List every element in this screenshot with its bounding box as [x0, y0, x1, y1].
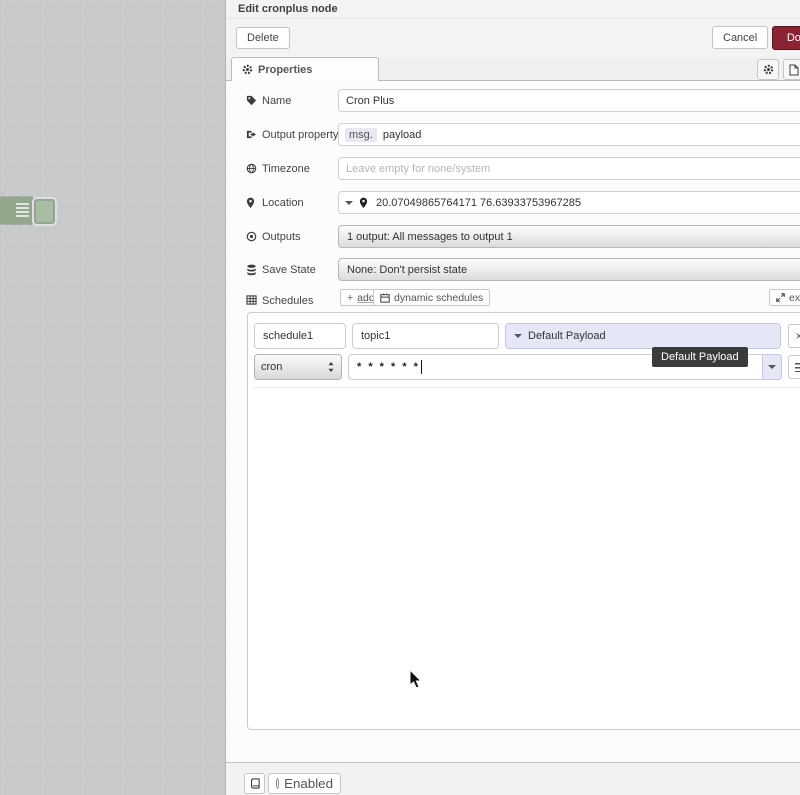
node-description-button[interactable] [783, 59, 800, 80]
map-pin-icon [359, 197, 370, 209]
output-property-input[interactable]: msg. payload [338, 123, 800, 146]
tab-properties-label: Properties [258, 64, 312, 76]
location-label: Location [246, 191, 338, 214]
remove-schedule-button[interactable]: × [788, 324, 800, 348]
docs-button[interactable] [244, 773, 265, 794]
enabled-label: Enabled [284, 776, 333, 791]
timezone-label: Timezone [246, 157, 338, 180]
mouse-cursor [409, 669, 423, 690]
schedule-type-select[interactable]: cron [254, 354, 342, 380]
schedules-label: Schedules [246, 289, 338, 312]
expand-schedules-button[interactable]: expand [769, 289, 800, 306]
dynamic-schedules-button[interactable]: dynamic schedules [373, 289, 490, 306]
output-property-label: Output property [246, 123, 342, 146]
dot-circle-icon [246, 231, 257, 243]
name-label: Name [246, 89, 338, 112]
msg-type-chip[interactable]: msg. [345, 128, 377, 142]
schedule-divider [254, 387, 800, 388]
map-marker-icon [246, 197, 257, 209]
globe-icon [246, 163, 257, 175]
tab-properties[interactable]: Properties [231, 57, 379, 81]
dialog-title: Edit cronplus node [238, 3, 338, 15]
document-icon [789, 64, 800, 76]
flow-node-port [34, 199, 55, 224]
flow-workspace [0, 0, 225, 795]
dialog-header: Edit cronplus node Delete Cancel Done [226, 0, 800, 58]
name-input[interactable] [338, 89, 800, 112]
cron-expression-value: * * * * * * [357, 361, 420, 373]
gear-icon [242, 64, 253, 76]
schedule-list: Default Payload × cron * * * * * * [247, 312, 800, 730]
expand-icon [776, 293, 785, 302]
dialog-footer: Enabled [226, 762, 800, 795]
close-icon: × [795, 329, 800, 343]
sign-out-icon [246, 129, 257, 141]
chevron-down-icon [768, 365, 776, 373]
done-button[interactable]: Done [772, 26, 800, 50]
payload-type-value: Default Payload [528, 330, 606, 342]
outputs-value: 1 output: All messages to output 1 [347, 231, 513, 243]
calendar-icon [380, 293, 390, 303]
properties-form: Name Output property msg. payload Timezo… [226, 81, 800, 762]
enabled-toggle[interactable]: Enabled [268, 773, 341, 794]
edit-node-dialog: Edit cronplus node Delete Cancel Done Pr… [225, 0, 800, 795]
location-input[interactable]: 20.07049865764171 76.63933753967285 [338, 191, 800, 214]
header-divider [226, 18, 800, 19]
payload-type-select[interactable]: Default Payload [505, 323, 781, 349]
payload-tooltip: Default Payload [652, 347, 748, 367]
outputs-select[interactable]: 1 output: All messages to output 1 [338, 225, 800, 248]
tag-icon [246, 95, 257, 107]
screen: { "dialog": { "title": "Edit cronplus no… [0, 0, 800, 795]
chevron-down-icon [514, 334, 522, 342]
node-settings-button[interactable] [757, 59, 779, 80]
text-cursor [421, 360, 422, 374]
save-state-select[interactable]: None: Don't persist state [338, 258, 800, 281]
list-icon [16, 203, 29, 218]
plus-icon: + [347, 292, 353, 304]
flow-node [0, 197, 33, 224]
book-icon [250, 778, 260, 789]
expression-dropdown-button[interactable] [762, 354, 782, 380]
schedule-name-input[interactable] [254, 323, 346, 349]
schedule-menu-button[interactable] [788, 355, 800, 379]
menu-icon [795, 363, 800, 372]
save-state-value: None: Don't persist state [347, 264, 467, 276]
toggle-circle-icon [276, 778, 279, 789]
location-value: 20.07049865764171 76.63933753967285 [376, 197, 581, 209]
save-state-label: Save State [246, 258, 338, 281]
outputs-label: Outputs [246, 225, 338, 248]
output-property-value: payload [383, 129, 422, 141]
chevron-down-icon[interactable] [345, 201, 353, 209]
delete-button[interactable]: Delete [236, 27, 290, 49]
select-arrows-icon [327, 361, 335, 373]
timezone-input[interactable] [338, 157, 800, 180]
schedule-topic-input[interactable] [352, 323, 499, 349]
schedule-type-value: cron [261, 361, 327, 373]
cancel-button[interactable]: Cancel [712, 26, 768, 49]
gear-icon [763, 64, 774, 76]
database-icon [246, 264, 257, 276]
table-icon [246, 295, 257, 307]
